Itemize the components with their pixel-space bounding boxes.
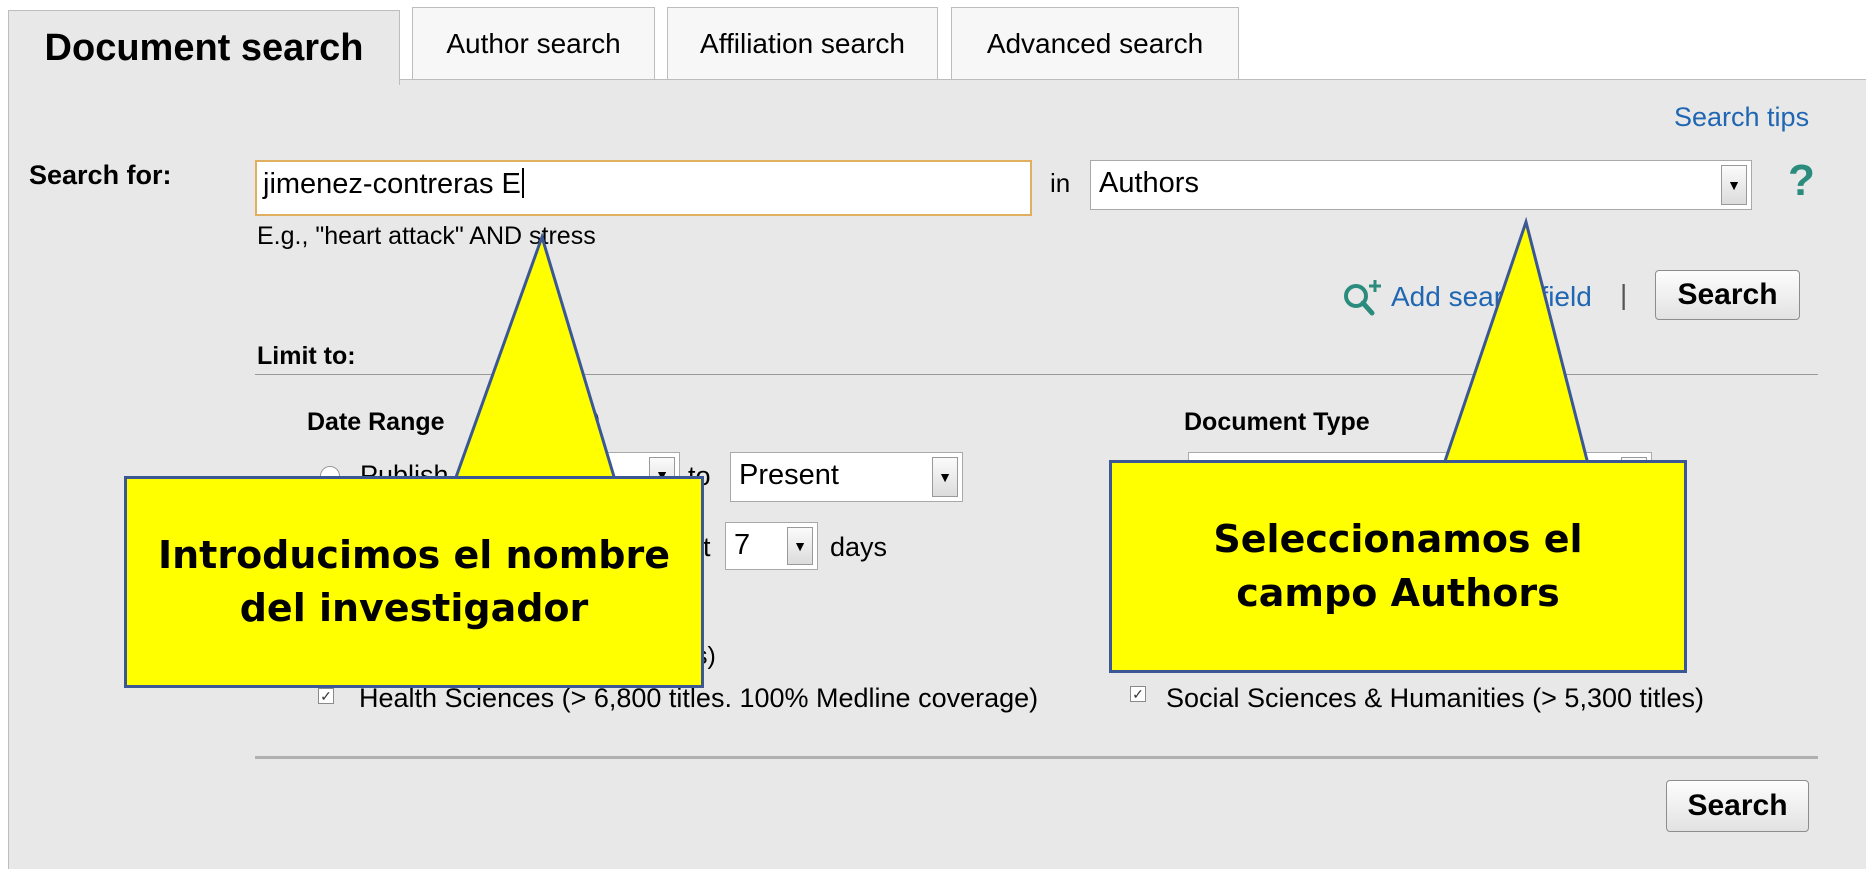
add-search-field-link[interactable]: Add search field bbox=[1391, 281, 1592, 313]
chevron-down-icon[interactable]: ▼ bbox=[1721, 165, 1747, 205]
date-range-label: Date Range bbox=[307, 408, 445, 436]
field-select-value: Authors bbox=[1099, 167, 1199, 199]
social-sciences-label: Social Sciences & Humanities (> 5,300 ti… bbox=[1166, 683, 1704, 713]
search-button-top[interactable]: Search bbox=[1655, 270, 1800, 320]
search-button-bottom[interactable]: Search bbox=[1666, 780, 1809, 832]
chevron-down-icon[interactable]: ▼ bbox=[932, 457, 958, 497]
right-callout: Seleccionamos el campo Authors bbox=[1109, 460, 1687, 673]
help-icon[interactable]: ? bbox=[1788, 156, 1815, 206]
tab-document-search[interactable]: Document search bbox=[8, 10, 400, 85]
search-input[interactable]: jimenez-contreras E bbox=[255, 160, 1032, 216]
add-search-field-icon[interactable] bbox=[1341, 278, 1383, 320]
separator: | bbox=[1620, 279, 1628, 310]
year-to-value: Present bbox=[739, 459, 839, 491]
search-for-label: Search for: bbox=[29, 160, 172, 190]
days-label: days bbox=[830, 532, 888, 562]
tab-advanced-search[interactable]: Advanced search bbox=[951, 7, 1239, 79]
text-caret bbox=[521, 168, 524, 198]
chevron-down-icon[interactable]: ▼ bbox=[787, 527, 813, 565]
limit-to-label: Limit to: bbox=[257, 342, 356, 370]
year-to-select[interactable]: Present ▼ bbox=[730, 452, 963, 502]
field-select[interactable]: Authors ▼ bbox=[1090, 160, 1752, 210]
search-example-hint: E.g., "heart attack" AND stress bbox=[257, 222, 596, 250]
last-days-select[interactable]: 7 ▼ bbox=[725, 522, 818, 570]
search-tips-link[interactable]: Search tips bbox=[1674, 102, 1809, 133]
in-label: in bbox=[1050, 168, 1071, 198]
left-callout: Introducimos el nombre del investigador bbox=[124, 476, 704, 688]
health-sciences-checkbox[interactable]: ✓ bbox=[318, 688, 334, 704]
divider-top bbox=[255, 374, 1818, 375]
social-sciences-checkbox[interactable]: ✓ bbox=[1130, 686, 1146, 702]
document-type-label: Document Type bbox=[1184, 408, 1370, 436]
tab-author-search[interactable]: Author search bbox=[412, 7, 655, 79]
last-label-fragment: t bbox=[703, 532, 711, 562]
last-days-value: 7 bbox=[734, 529, 751, 561]
right-callout-text: Seleccionamos el campo Authors bbox=[1213, 517, 1583, 615]
divider-bottom bbox=[255, 756, 1818, 759]
search-input-value: jimenez-contreras E bbox=[263, 168, 521, 200]
date-range-suffix: ) bbox=[592, 406, 601, 434]
tab-affiliation-search[interactable]: Affiliation search bbox=[667, 7, 938, 79]
left-callout-text: Introducimos el nombre del investigador bbox=[157, 532, 671, 630]
